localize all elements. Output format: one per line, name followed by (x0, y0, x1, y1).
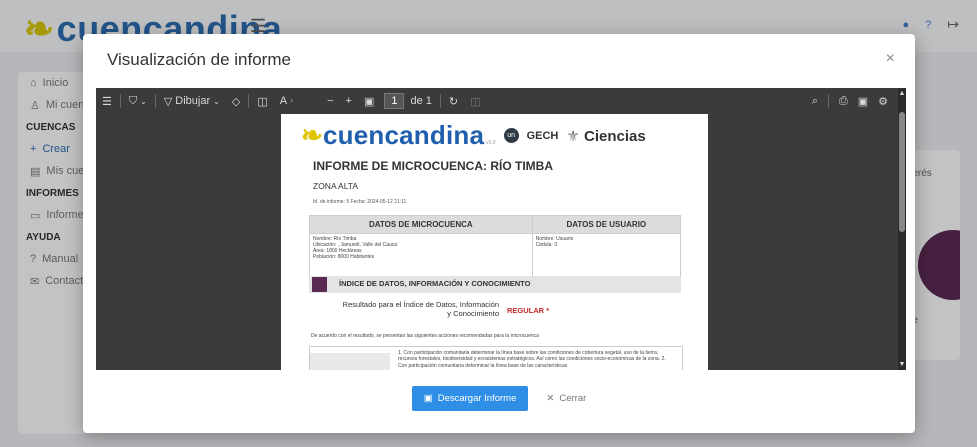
settings-icon[interactable]: ⚙ (878, 95, 888, 108)
toolbar-divider (827, 94, 829, 108)
data-table: DATOS DE MICROCUENCA DATOS DE USUARIO No… (309, 215, 682, 277)
actions-box: 1. Con participación comunitaria determi… (309, 346, 683, 370)
user-id: Cédula: 3 (535, 242, 557, 248)
report-version: v3.0 (486, 139, 496, 146)
sidebar-toggle-icon[interactable]: ☰ (96, 95, 118, 108)
report-title: INFORME DE MICROCUENCA: RÍO TIMBA (313, 159, 553, 173)
rotate-icon[interactable]: ↻ (443, 95, 464, 108)
leaf-icon: ❧ (301, 120, 323, 150)
action-text: 1. Con participación comunitaria determi… (398, 350, 666, 369)
toolbar-right: ⌕ ⎙ ▣ ⚙ (812, 88, 888, 114)
actions-left-cell (310, 353, 390, 370)
report-logo: ❧cuencandina (301, 120, 484, 151)
result-value: REGULAR * (507, 306, 550, 315)
zoom-out-icon[interactable]: − (321, 95, 339, 107)
toolbar-divider (119, 94, 121, 108)
toolbar-divider (154, 94, 156, 108)
index-section-header: ÍNDICE DE DATOS, INFORMACIÓN Y CONOCIMIE… (309, 276, 681, 293)
micro-population: Población: 8000 Habitantes (313, 254, 375, 260)
report-brand: cuencandina (323, 120, 485, 150)
close-icon[interactable]: × (886, 50, 895, 68)
draw-label: Dibujar (175, 95, 211, 107)
download-label: Descargar Informe (437, 393, 517, 404)
ciencias-label: Ciencias (584, 127, 646, 145)
pdf-viewer: ☰ ⛉ ⌄ ▽ Dibujar ⌄ ◇ ◫ A ♪ − + ▣ 1 de 1 ↻ ◫ … (96, 88, 906, 370)
report-modal: Visualización de informe × ☰ ⛉ ⌄ ▽ Dibuja… (83, 34, 915, 433)
close-icon: ✕ (546, 393, 555, 404)
pdf-page: ❧cuencandina v3.0 un GECH ⚜ Ciencias INF… (281, 114, 708, 370)
close-label: Cerrar (559, 393, 587, 404)
un-logo: un (503, 128, 519, 143)
toolbar-divider (439, 94, 441, 108)
zoom-in-icon[interactable]: + (340, 95, 358, 107)
draw-icon: ▽ (163, 95, 173, 108)
index-title: ÍNDICE DE DATOS, INFORMACIÓN Y CONOCIMIE… (339, 279, 531, 288)
close-button[interactable]: ✕ Cerrar (546, 393, 586, 404)
user-data-cell: Nombre: Usuario Cédula: 3 (531, 233, 682, 277)
read-aloud-icon[interactable]: A ♪ (274, 95, 299, 107)
eraser-icon[interactable]: ◇ (226, 95, 246, 108)
page-view-icon[interactable]: ◫ (251, 95, 273, 108)
two-page-icon[interactable]: ◫ (464, 95, 486, 108)
save-icon[interactable]: ▣ (858, 95, 868, 108)
page-number-input[interactable]: 1 (384, 93, 405, 109)
report-meta: Id. de informe: 5 Fecha: 2024-05-12 21:1… (313, 199, 407, 205)
scroll-down-icon[interactable]: ▼ (898, 361, 906, 368)
report-header: ❧cuencandina v3.0 un GECH ⚜ Ciencias (301, 120, 646, 151)
ciencias-logo: ⚜ Ciencias (566, 127, 645, 145)
result-label: Resultado para el Índice de Datos, Infor… (342, 300, 499, 319)
highlight-icon[interactable]: ⛉ ⌄ (123, 95, 153, 108)
toolbar-divider (248, 94, 250, 108)
scroll-thumb[interactable] (899, 112, 905, 232)
save-icon: ▣ (423, 393, 433, 404)
gech-logo: GECH (526, 129, 559, 142)
scroll-up-icon[interactable]: ▲ (898, 90, 906, 97)
chevron-down-icon: ⌄ (213, 96, 220, 106)
search-icon[interactable]: ⌕ (812, 95, 818, 108)
download-button[interactable]: ▣ Descargar Informe (411, 386, 529, 411)
report-zone: ZONA ALTA (313, 181, 359, 191)
viewer-scrollbar[interactable]: ▲ ▼ (898, 88, 906, 370)
page-total: de 1 (410, 95, 432, 107)
draw-button[interactable]: ▽ Dibujar ⌄ (158, 95, 226, 108)
actions-intro: De acuerdo con el resultado, se presenta… (311, 333, 539, 339)
print-icon[interactable]: ⎙ (839, 95, 848, 108)
modal-footer: ▣ Descargar Informe ✕ Cerrar (83, 386, 915, 411)
index-color-swatch (312, 277, 327, 292)
pdf-toolbar: ☰ ⛉ ⌄ ▽ Dibujar ⌄ ◇ ◫ A ♪ − + ▣ 1 de 1 ↻ ◫ … (96, 88, 898, 114)
table-header-user: DATOS DE USUARIO (531, 215, 682, 234)
micro-data-cell: Nombre: Río Timba Ubicación: , Jamundí, … (309, 233, 533, 277)
modal-title: Visualización de informe (107, 50, 291, 69)
fit-page-icon[interactable]: ▣ (358, 95, 380, 108)
ciencias-icon: ⚜ (566, 127, 580, 145)
table-header-micro: DATOS DE MICROCUENCA (309, 215, 533, 234)
